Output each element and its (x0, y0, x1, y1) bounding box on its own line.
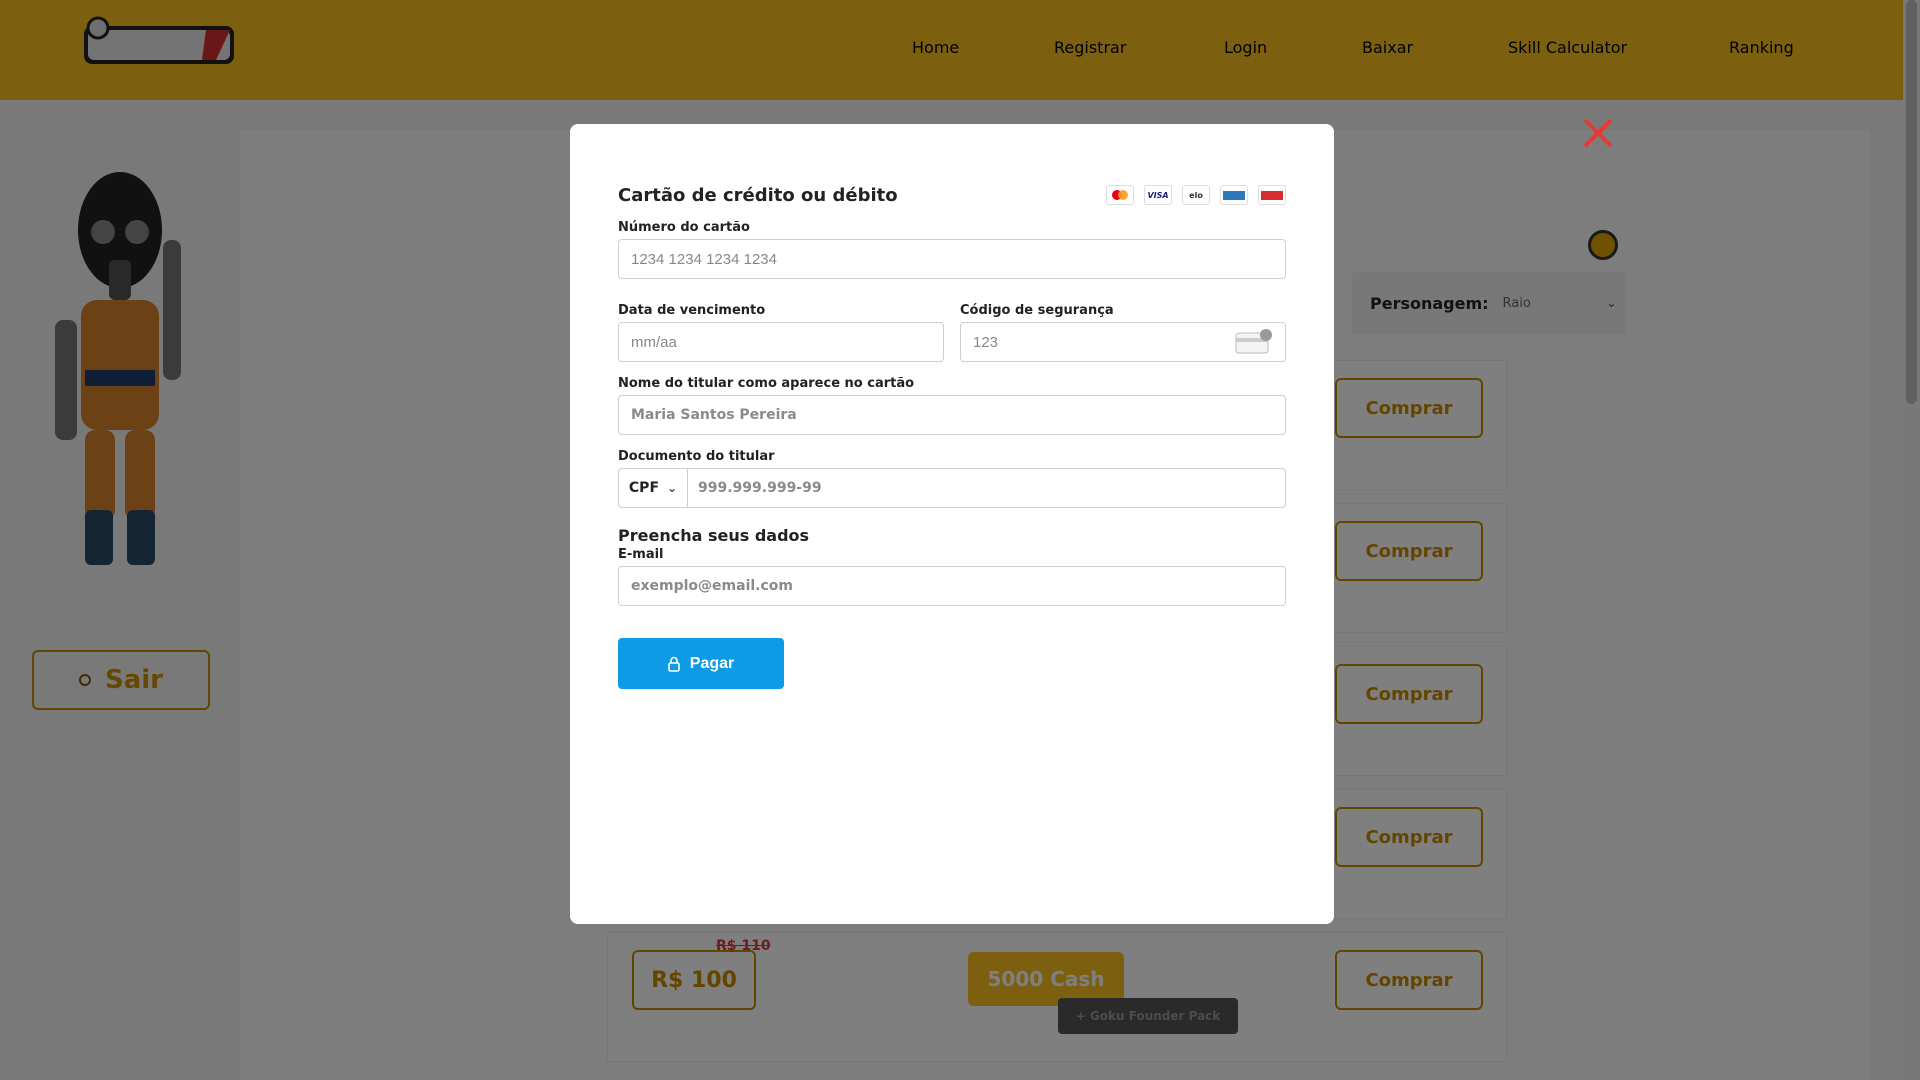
amex-icon (1220, 185, 1248, 205)
holder-name-label: Nome do titular como aparece no cartão (618, 376, 915, 391)
modal-title: Cartão de crédito ou débito (618, 184, 898, 206)
pay-button-label: Pagar (689, 654, 735, 672)
cvc-input[interactable]: 123 (960, 322, 1286, 362)
document-label: Documento do titular (618, 449, 775, 464)
card-cvc-icon (1235, 329, 1272, 354)
expiry-input[interactable]: mm/aa (618, 322, 944, 362)
cvc-label: Código de segurança (960, 303, 1114, 318)
elo-icon: elo (1182, 185, 1210, 205)
document-placeholder: 999.999.999-99 (698, 480, 822, 496)
card-brand-logos: VISA elo (1106, 185, 1286, 205)
document-field: CPF ⌄ 999.999.999-99 (618, 468, 1286, 508)
mastercard-icon (1106, 185, 1134, 205)
card-number-label: Número do cartão (618, 220, 750, 235)
expiry-label: Data de vencimento (618, 303, 766, 318)
payment-form: Cartão de crédito ou débito VISA elo Núm… (618, 180, 1286, 689)
lock-icon (667, 656, 680, 672)
hipercard-icon (1258, 185, 1286, 205)
document-type-value: CPF (628, 480, 660, 496)
cvc-placeholder: 123 (973, 333, 999, 351)
pay-button[interactable]: Pagar (618, 638, 784, 689)
email-placeholder: exemplo@email.com (631, 578, 793, 594)
personal-data-heading: Preencha seus dados (618, 526, 810, 545)
payment-modal: Cartão de crédito ou débito VISA elo Núm… (570, 124, 1334, 924)
chevron-down-icon: ⌄ (667, 481, 678, 495)
holder-name-placeholder: Maria Santos Pereira (631, 407, 797, 423)
close-icon[interactable] (1582, 117, 1614, 149)
email-input[interactable]: exemplo@email.com (618, 566, 1286, 606)
email-label: E-mail (618, 547, 664, 562)
visa-icon: VISA (1144, 185, 1172, 205)
expiry-placeholder: mm/aa (631, 333, 677, 351)
document-type-select[interactable]: CPF ⌄ (619, 469, 688, 507)
holder-name-input[interactable]: Maria Santos Pereira (618, 395, 1286, 435)
card-number-input[interactable]: 1234 1234 1234 1234 (618, 239, 1286, 279)
card-number-placeholder: 1234 1234 1234 1234 (631, 250, 777, 268)
document-input[interactable]: 999.999.999-99 (688, 469, 822, 507)
